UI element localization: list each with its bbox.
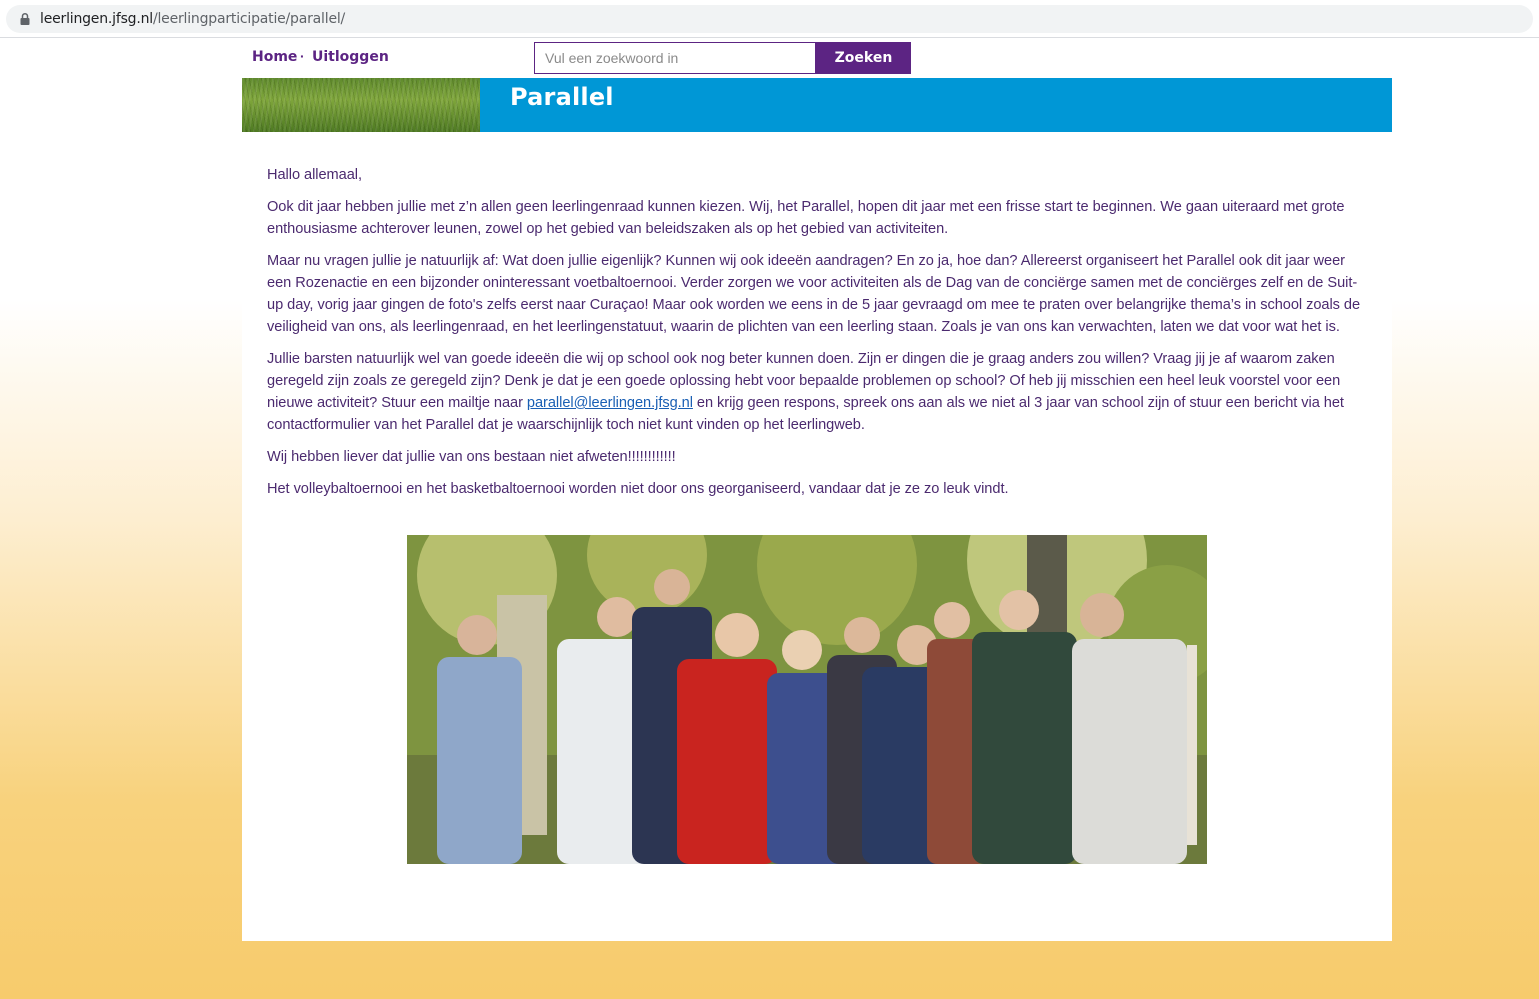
url-path: /leerlingparticipatie/parallel/ — [152, 11, 346, 27]
logout-link[interactable]: Uitloggen — [312, 49, 389, 65]
banner-grass-image — [242, 78, 480, 132]
article-paragraph-contact: Jullie barsten natuurlijk wel van goede … — [267, 348, 1368, 436]
page-banner: Parallel — [242, 78, 1392, 132]
group-photo — [407, 535, 1207, 864]
search-button[interactable]: Zoeken — [816, 42, 911, 74]
url-host: leerlingen.jfsg.nl — [40, 11, 153, 27]
page-title: Parallel — [510, 83, 614, 111]
url-field[interactable]: leerlingen.jfsg.nl/leerlingparticipatie/… — [6, 5, 1533, 33]
lock-icon[interactable] — [18, 12, 32, 26]
browser-address-bar: leerlingen.jfsg.nl/leerlingparticipatie/… — [0, 0, 1539, 38]
article-greeting: Hallo allemaal, — [267, 167, 362, 183]
article-paragraph: Wij hebben liever dat jullie van ons bes… — [267, 449, 676, 465]
article-paragraph: Maar nu vragen jullie je natuurlijk af: … — [267, 253, 1361, 335]
article-content: Hallo allemaal, Ook dit jaar hebben jull… — [242, 132, 1392, 941]
home-link[interactable]: Home — [252, 49, 297, 65]
article-paragraph: Ook dit jaar hebben jullie met z’n allen… — [267, 199, 1345, 237]
email-link[interactable]: parallel@leerlingen.jfsg.nl — [527, 395, 693, 411]
group-photo-illustration — [407, 535, 1207, 864]
search-input[interactable] — [534, 42, 816, 74]
page-container: Home · Uitloggen Zoeken Parallel Hallo a… — [242, 38, 1392, 941]
nav-separator: · — [300, 48, 305, 64]
article-paragraph: Het volleybaltoernooi en het basketbalto… — [267, 481, 1009, 497]
url-text: leerlingen.jfsg.nl/leerlingparticipatie/… — [40, 11, 345, 27]
top-navigation: Home · Uitloggen Zoeken — [242, 38, 1392, 78]
banner-title-bar: Parallel — [480, 78, 1392, 132]
